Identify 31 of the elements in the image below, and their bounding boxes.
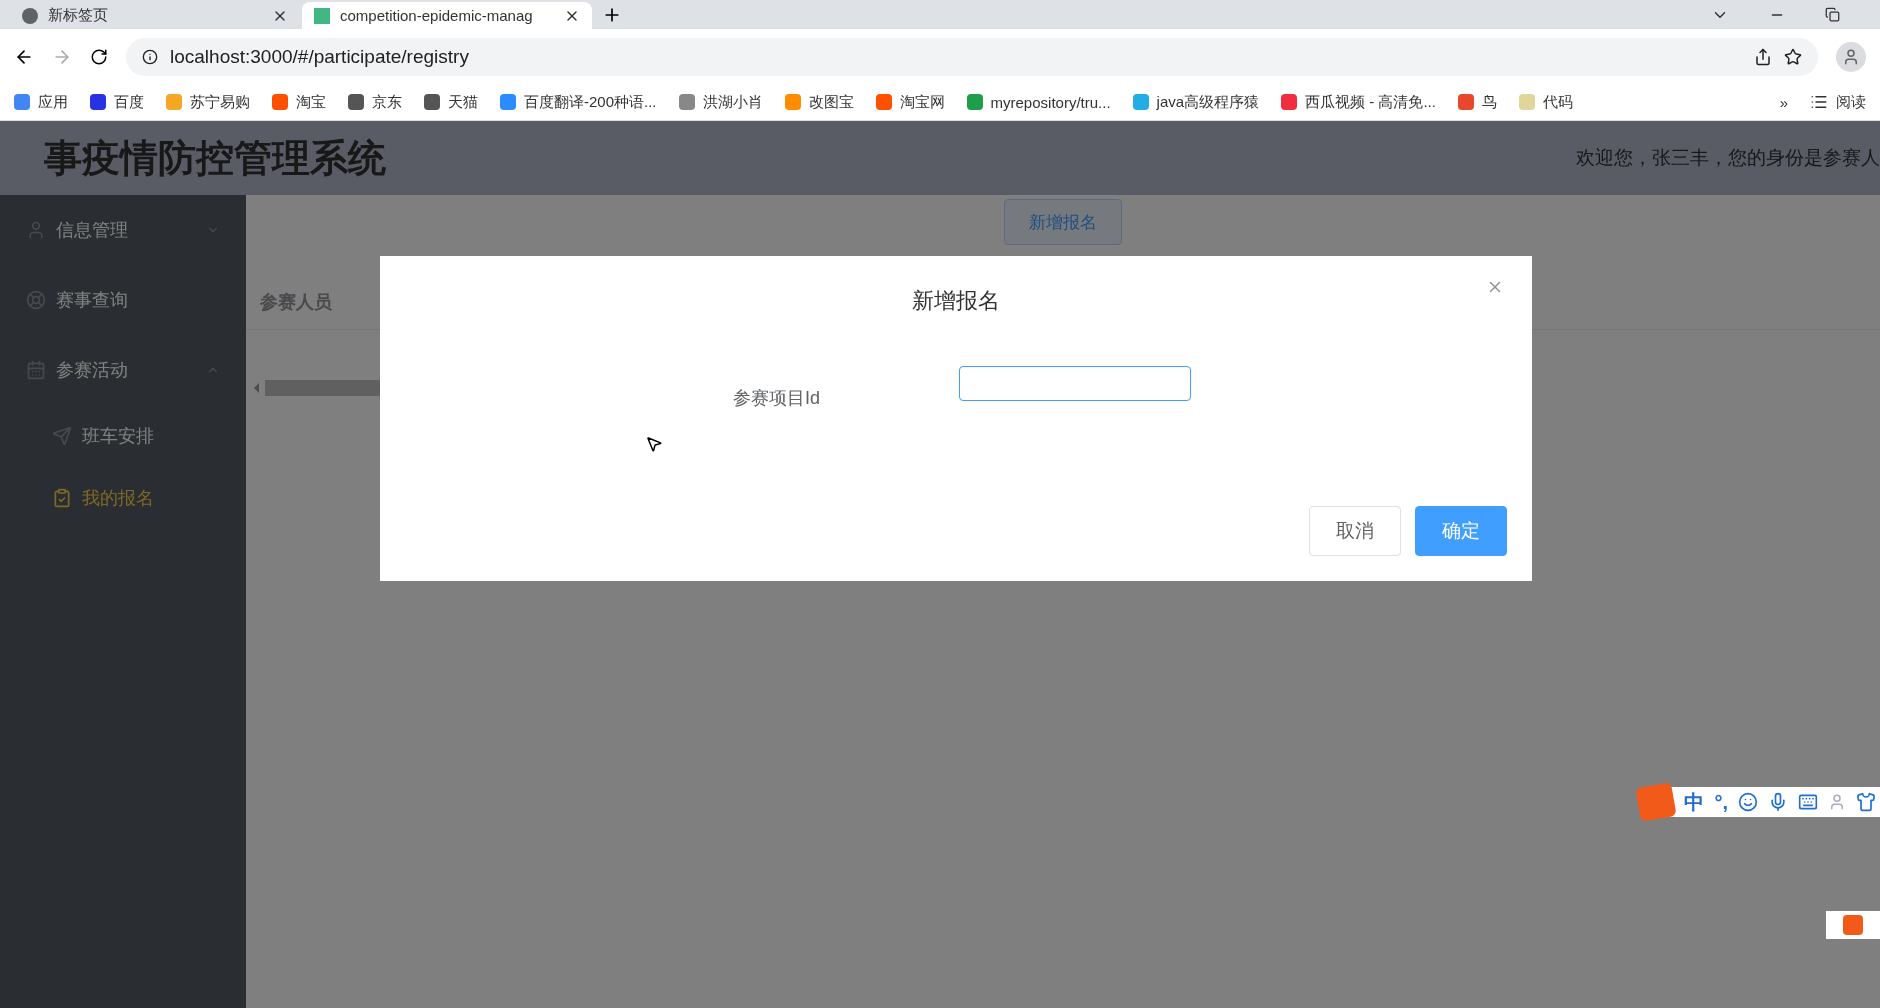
bookmark[interactable]: 代码 — [1518, 92, 1573, 112]
sidebar-item[interactable]: 班车安排 — [0, 405, 246, 467]
bookmark[interactable]: myrepository/tru... — [966, 93, 1111, 111]
field-label: 参赛项目Id — [733, 387, 821, 410]
sidebar-item[interactable]: 参赛活动 — [0, 335, 246, 405]
bookmark[interactable]: 应用 — [14, 92, 68, 112]
bookmark[interactable]: 百度 — [90, 92, 144, 112]
bookmark[interactable]: java高级程序猿 — [1132, 92, 1260, 112]
ime-mode[interactable]: 中 — [1684, 788, 1705, 816]
ime-punctuation[interactable]: °, — [1714, 790, 1728, 814]
bookmark[interactable]: 西瓜视频 - 高清免... — [1281, 92, 1436, 112]
cancel-button[interactable]: 取消 — [1309, 506, 1401, 556]
bookmark[interactable]: 洪湖小肖 — [678, 92, 763, 112]
bookmark[interactable]: 苏宁易购 — [166, 92, 250, 112]
more-bookmarks[interactable]: » — [1779, 93, 1788, 111]
bookmark[interactable]: 百度翻译-200种语... — [500, 92, 657, 112]
sidebar-item[interactable]: 信息管理 — [0, 195, 246, 265]
bookmark[interactable]: 鸟 — [1457, 92, 1497, 112]
bookmark[interactable]: 改图宝 — [784, 92, 854, 112]
bookmark[interactable]: 淘宝网 — [875, 92, 945, 112]
address-bar[interactable]: localhost:3000/#/participate/registry — [126, 37, 1818, 76]
bookmark[interactable]: 京东 — [348, 92, 402, 112]
bookmark[interactable]: 天猫 — [424, 92, 478, 112]
browser-tab[interactable]: 新标签页 — [10, 2, 300, 29]
reading-list[interactable]: 阅读 — [1810, 92, 1866, 112]
welcome-text: 欢迎您，张三丰，您的身份是参赛人 — [1576, 146, 1880, 170]
browser-tab[interactable]: competition-epidemic-manag — [302, 2, 592, 29]
app-title: 事疫情防控管理系统 — [44, 135, 386, 181]
bookmark[interactable]: 淘宝 — [272, 92, 326, 112]
dialog-title: 新增报名 — [912, 287, 1000, 315]
sidebar-item[interactable]: 赛事查询 — [0, 265, 246, 335]
